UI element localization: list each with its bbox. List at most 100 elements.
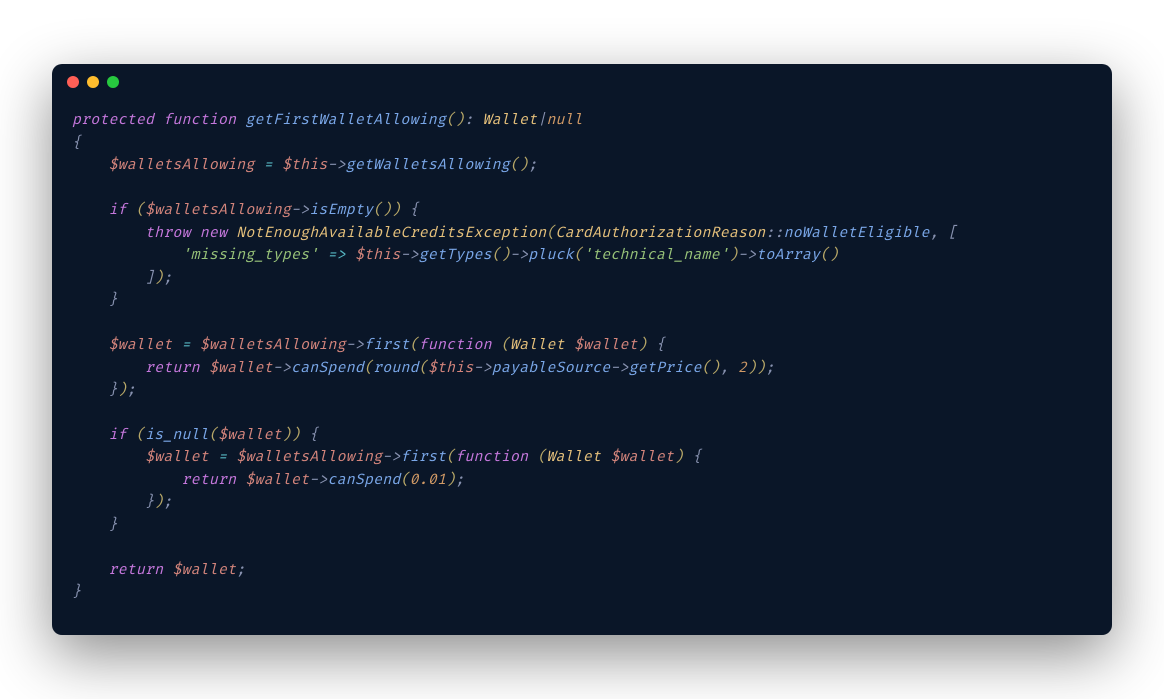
- token-paren: ): [446, 472, 455, 489]
- token-var: $wallet: [218, 427, 282, 444]
- token-punct: :: [464, 112, 482, 129]
- token-brace: }: [145, 494, 154, 511]
- token-var: $walletsAllowing: [145, 202, 291, 219]
- token-paren: ): [638, 337, 647, 354]
- code-line: if (is_null($wallet)) {: [72, 425, 1092, 447]
- token-method: toArray: [756, 247, 820, 264]
- token-method: first: [400, 449, 446, 466]
- token-paren: ): [118, 382, 127, 399]
- token-num: 2: [738, 360, 747, 377]
- token-op: =: [264, 157, 273, 174]
- token-paren: (): [492, 247, 510, 264]
- token-punct: ;: [236, 562, 245, 579]
- code-line: return $wallet->canSpend(round($this->pa…: [72, 358, 1092, 380]
- token-method: pluck: [528, 247, 574, 264]
- code-line: return $wallet;: [72, 560, 1092, 582]
- token-type: Wallet: [510, 337, 565, 354]
- token-brace: {: [410, 202, 419, 219]
- token-bracket: [: [948, 225, 957, 242]
- code-line: }: [72, 290, 1092, 312]
- token-kw: return: [109, 562, 164, 579]
- code-line: throw new NotEnoughAvailableCreditsExcep…: [72, 223, 1092, 245]
- maximize-icon[interactable]: [107, 76, 119, 88]
- window-titlebar: [52, 64, 1112, 100]
- token-op: =: [182, 337, 191, 354]
- token-paren: (: [574, 247, 583, 264]
- close-icon[interactable]: [67, 76, 79, 88]
- code-line: if ($walletsAllowing->isEmpty()) {: [72, 200, 1092, 222]
- code-line: });: [72, 492, 1092, 514]
- token-var: $wallet: [209, 360, 273, 377]
- token-method: noWalletEligible: [784, 225, 930, 242]
- token-paren: (: [419, 360, 428, 377]
- token-paren: (): [820, 247, 838, 264]
- token-brace: {: [656, 337, 665, 354]
- token-kw: protected: [72, 112, 154, 129]
- token-paren: ): [674, 449, 683, 466]
- token-brace: {: [309, 427, 318, 444]
- token-kw: throw: [145, 225, 191, 242]
- token-null: null: [546, 112, 583, 129]
- token-var: $this: [428, 360, 474, 377]
- token-op: =>: [327, 247, 345, 264]
- token-str: 'missing_types': [181, 247, 318, 264]
- code-line: $walletsAllowing = $this->getWalletsAllo…: [72, 155, 1092, 177]
- code-line: 'missing_types' => $this->getTypes()->pl…: [72, 245, 1092, 267]
- token-punct: ;: [163, 494, 172, 511]
- token-paren: (): [446, 112, 464, 129]
- token-brace: }: [109, 517, 118, 534]
- token-kw: new: [200, 225, 227, 242]
- token-method: isEmpty: [309, 202, 373, 219]
- token-var: $wallet: [574, 337, 638, 354]
- code-line: [72, 178, 1092, 200]
- token-type: Wallet: [546, 449, 601, 466]
- token-brace: }: [109, 292, 118, 309]
- token-paren: (: [136, 202, 145, 219]
- token-arrow: ->: [327, 157, 345, 174]
- token-punct: ;: [455, 472, 464, 489]
- token-punct: ,: [720, 360, 738, 377]
- token-kw: return: [181, 472, 236, 489]
- token-arrow: ->: [400, 247, 418, 264]
- token-brace: }: [72, 584, 81, 601]
- token-paren: (: [364, 360, 373, 377]
- token-arrow: ->: [309, 472, 327, 489]
- token-num: 0.01: [410, 472, 447, 489]
- code-window: protected function getFirstWalletAllowin…: [52, 64, 1112, 634]
- token-op: =: [218, 449, 227, 466]
- token-method: getTypes: [419, 247, 492, 264]
- token-type: CardAuthorizationReason: [556, 225, 766, 242]
- token-paren: (: [400, 472, 409, 489]
- code-line: $wallet = $walletsAllowing->first(functi…: [72, 447, 1092, 469]
- token-var: $wallet: [245, 472, 309, 489]
- token-var: $wallet: [610, 449, 674, 466]
- token-paren: )): [747, 360, 765, 377]
- token-var: $this: [355, 247, 401, 264]
- token-kw: if: [109, 427, 127, 444]
- token-paren: (): [702, 360, 720, 377]
- token-arrow: ->: [510, 247, 528, 264]
- token-arrow: ->: [273, 360, 291, 377]
- token-punct: ;: [127, 382, 136, 399]
- token-paren: ): [154, 270, 163, 287]
- token-paren: ()): [373, 202, 400, 219]
- token-arrow: ->: [473, 360, 491, 377]
- token-paren: (: [136, 427, 145, 444]
- token-paren: ): [154, 494, 163, 511]
- token-kw: function: [419, 337, 492, 354]
- token-builtin: round: [373, 360, 419, 377]
- token-arrow: ->: [610, 360, 628, 377]
- token-var: $walletsAllowing: [109, 157, 255, 174]
- token-method: canSpend: [291, 360, 364, 377]
- code-line: }: [72, 582, 1092, 604]
- token-punct: ;: [765, 360, 774, 377]
- minimize-icon[interactable]: [87, 76, 99, 88]
- token-type: Wallet: [483, 112, 538, 129]
- token-paren: (: [209, 427, 218, 444]
- token-brace: }: [109, 382, 118, 399]
- token-var: $wallet: [172, 562, 236, 579]
- token-str: 'technical_name': [583, 247, 729, 264]
- token-kw: function: [455, 449, 528, 466]
- token-arrow: ->: [738, 247, 756, 264]
- code-line: [72, 537, 1092, 559]
